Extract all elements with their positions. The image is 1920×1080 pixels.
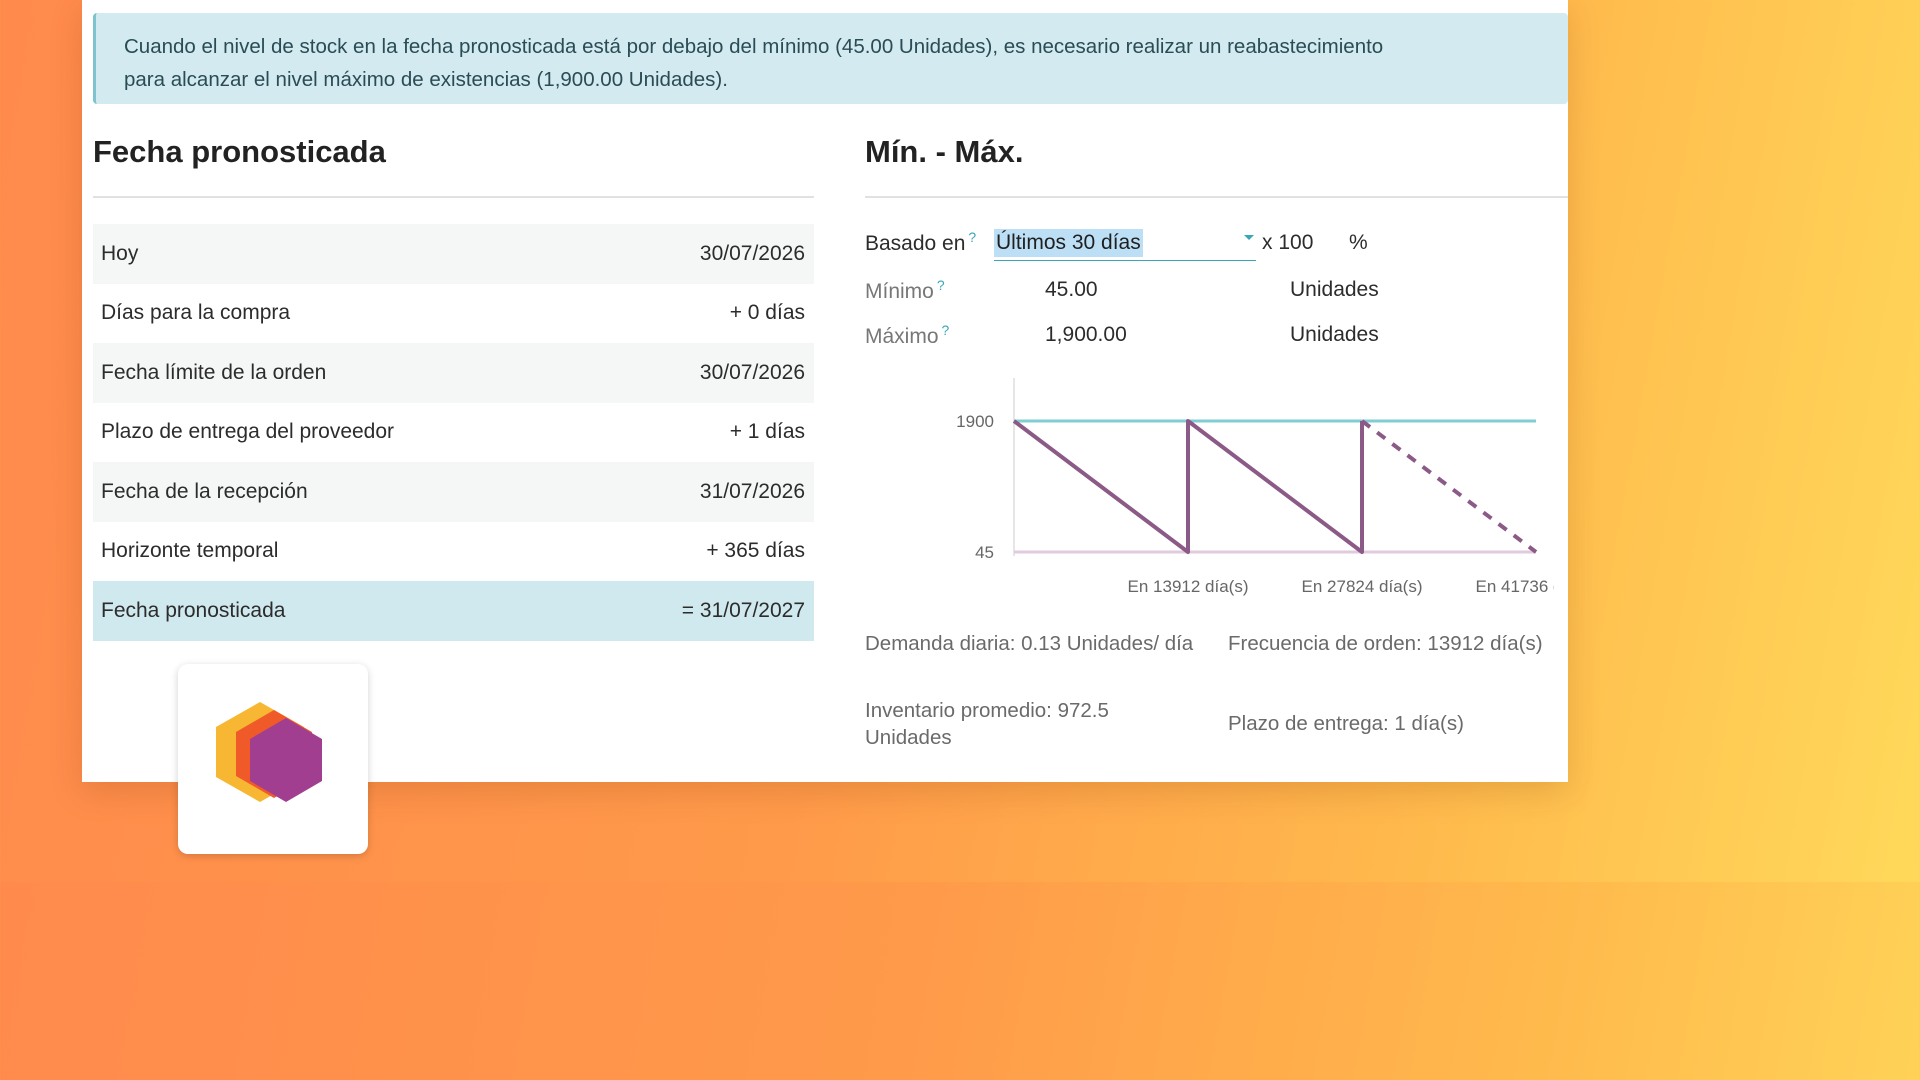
row-label: Fecha límite de la orden [101,360,327,384]
table-row: Hoy 30/07/2026 [93,224,814,284]
row-value: 31/07/2026 [699,479,805,503]
percent-label: % [1349,231,1368,254]
average-inventory-stat: Inventario promedio: 972.5 Unidades [865,699,1109,749]
row-label: Hoy [101,241,139,265]
row-label: Plazo de entrega del proveedor [101,420,395,444]
row-value: 30/07/2026 [699,241,805,265]
row-value: + 365 días [706,539,805,563]
chevron-down-icon[interactable] [1244,235,1254,240]
row-value: + 0 días [729,301,805,325]
forecast-stock-line [1360,419,1538,554]
divider [93,196,814,198]
lead-time-stat: Plazo de entrega: 1 día(s) [1228,712,1464,735]
row-label: Fecha pronosticada [101,598,286,622]
info-alert: Cuando el nivel de stock en la fecha pro… [93,13,1568,104]
table-row: Plazo de entrega del proveedor + 1 días [93,403,814,463]
based-on-label: Basado en? [865,229,977,255]
help-icon[interactable]: ? [942,322,950,338]
maximum-label: Máximo? [865,322,950,348]
forecast-date-title: Fecha pronosticada [93,134,386,169]
help-icon[interactable]: ? [937,277,945,293]
y-tick-label: 1900 [956,412,994,431]
hexagon-app-logo-icon [216,702,322,802]
row-value: 30/07/2026 [699,360,805,384]
x-tick-label: En 13912 día(s) [1128,577,1249,596]
row-label: Fecha de la recepción [101,479,308,503]
alert-line-2: para alcanzar el nivel máximo de existen… [124,68,728,91]
table-row-total: Fecha pronosticada = 31/07/2027 [93,581,814,641]
row-label: Días para la compra [101,301,291,325]
x-tick-label: En 27824 día(s) [1302,577,1423,596]
multiplier-label: x 100 [1262,231,1314,254]
table-row: Horizonte temporal + 365 días [93,522,814,582]
table-row: Días para la compra + 0 días [93,284,814,344]
minimum-unit: Unidades [1290,278,1379,301]
app-logo-card [178,664,368,854]
alert-line-1: Cuando el nivel de stock en la fecha pro… [124,35,1384,58]
stock-level-chart: 1900 45 En 13912 día(s) En 27824 día(s) … [956,378,1554,596]
based-on-select[interactable]: Últimos 30 días [994,227,1256,261]
row-value: = 31/07/2027 [681,598,805,622]
based-on-select-value[interactable]: Últimos 30 días [994,229,1143,257]
x-tick-label: En 41736 día(s) [1476,577,1554,596]
divider [865,196,1568,198]
minimum-label: Mínimo? [865,277,945,303]
y-tick-label: 45 [975,543,994,562]
order-frequency-stat: Frecuencia de orden: 13912 día(s) [1228,632,1543,655]
minimum-value: 45.00 [1045,278,1098,301]
table-row: Fecha límite de la orden 30/07/2026 [93,343,814,403]
help-icon[interactable]: ? [968,229,976,245]
maximum-value: 1,900.00 [1045,323,1127,346]
stock-level-line [1012,419,1364,554]
stock-series [1012,419,1538,554]
row-value: + 1 días [729,420,805,444]
min-max-title: Mín. - Máx. [865,134,1024,169]
row-label: Horizonte temporal [101,539,279,563]
daily-demand-stat: Demanda diaria: 0.13 Unidades/ día [865,632,1194,655]
forecast-table: Hoy 30/07/2026 Días para la compra + 0 d… [93,224,814,641]
table-row: Fecha de la recepción 31/07/2026 [93,462,814,522]
maximum-unit: Unidades [1290,323,1379,346]
